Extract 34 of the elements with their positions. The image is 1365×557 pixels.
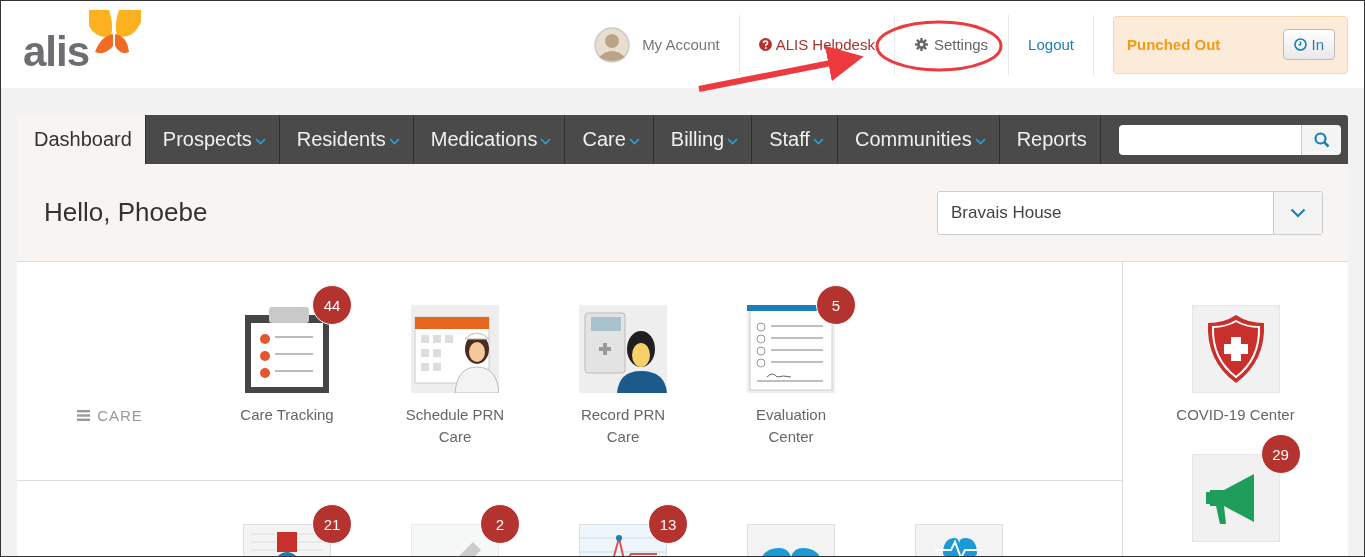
count-badge: 29 [1260,434,1301,474]
count-badge: 2 [480,504,520,544]
category-label: CARE [77,405,143,425]
my-account-link[interactable]: My Account [575,14,740,75]
tile-link[interactable]: Record PRN Care [568,404,678,448]
greeting: Hello, Phoebe [44,197,208,228]
helpdesk-link[interactable]: ALIS Helpdesk [739,14,895,75]
search-button[interactable] [1301,124,1341,155]
logo-text: alis [23,27,90,76]
nav-tab[interactable]: Dashboard [17,115,146,164]
caregiver-icon [579,305,667,393]
tile-link[interactable]: Care Tracking [232,404,342,426]
tile-link[interactable]: Schedule PRN Care [400,404,510,448]
count-badge: 13 [648,504,688,544]
punch-status: Punched Out [1127,36,1221,53]
gear-icon [914,38,928,51]
nurse-calendar-icon [411,305,499,393]
tile-link[interactable]: COVID-19 Center [1165,404,1306,426]
menu-icon [77,409,91,421]
search-field[interactable] [1119,124,1301,155]
community-select[interactable]: Bravais House [937,190,1323,235]
logout-link[interactable]: Logout [1009,14,1094,75]
help-icon [758,38,772,51]
tile-link[interactable]: Evaluation Center [736,404,846,448]
count-badge: 21 [312,504,352,544]
shield-cross-icon [1191,305,1280,393]
punch-in-button[interactable]: In [1283,29,1335,60]
count-badge: 44 [312,285,352,325]
settings-link[interactable]: Settings [894,14,1010,75]
chevron-down-icon [1290,207,1306,218]
avatar-icon [594,26,631,63]
count-badge: 5 [816,285,856,325]
search-icon [1313,131,1330,148]
clock-icon [1294,38,1308,51]
